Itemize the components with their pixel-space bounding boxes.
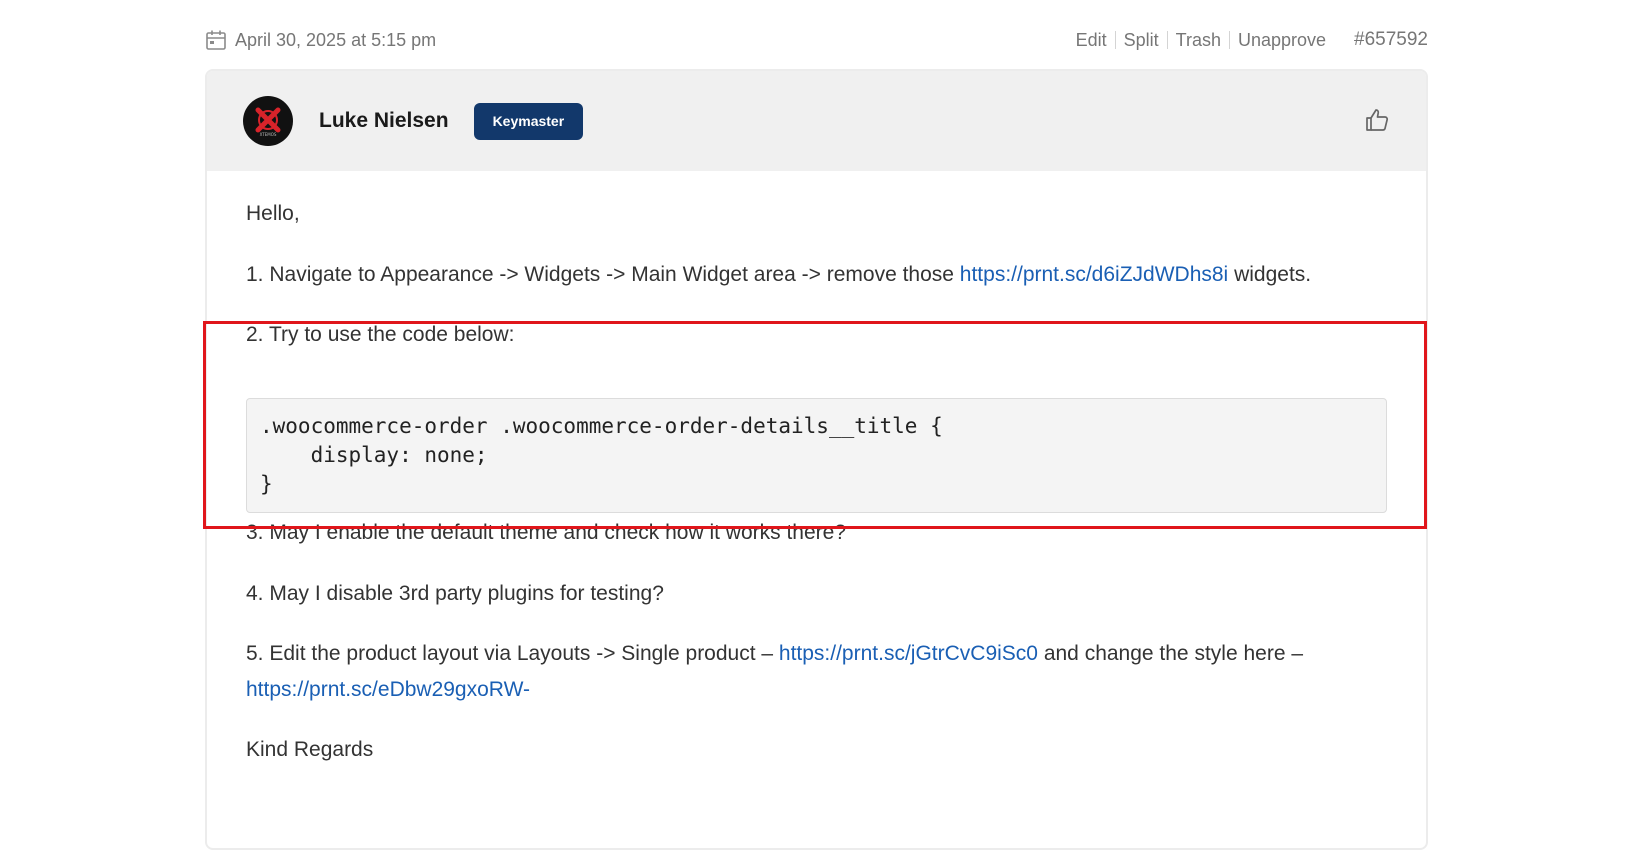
reply-date: April 30, 2025 at 5:15 pm [235,29,437,50]
thumbs-up-icon[interactable] [1364,107,1390,133]
unapprove-link[interactable]: Unapprove [1238,30,1326,51]
screenshot-link[interactable]: https://prnt.sc/eDbw29gxoRW- [246,678,530,701]
reply-actions: Edit Split Trash Unapprove #657592 [1076,29,1428,51]
reply-date-group: April 30, 2025 at 5:15 pm [205,29,436,51]
divider [1114,31,1116,49]
signoff-text: Kind Regards [246,738,374,761]
author-name[interactable]: Luke Nielsen [319,109,449,133]
divider [1166,31,1168,49]
reply-card: XTEMOS Luke Nielsen Keymaster Hello, 1. … [205,69,1428,850]
trash-link[interactable]: Trash [1176,30,1221,51]
item-text: 1. Navigate to Appearance -> Widgets -> … [246,263,960,286]
item-text: widgets. [1228,263,1312,286]
calendar-icon [205,29,227,51]
reply-meta-row: April 30, 2025 at 5:15 pm Edit Split Tra… [205,26,1428,54]
screenshot-link[interactable]: https://prnt.sc/jGtrCvC9iSc0 [779,642,1038,665]
edit-link[interactable]: Edit [1076,30,1107,51]
avatar[interactable]: XTEMOS [243,96,293,146]
list-item: 3. May I enable the default theme and ch… [246,521,847,544]
list-item: 4. May I disable 3rd party plugins for t… [246,582,664,605]
reply-header: XTEMOS Luke Nielsen Keymaster [207,71,1426,171]
code-block: .woocommerce-order .woocommerce-order-de… [246,398,1387,513]
list-item-continuation: https://prnt.sc/eDbw29gxoRW- [246,678,530,702]
svg-text:XTEMOS: XTEMOS [260,132,277,137]
list-item: 1. Navigate to Appearance -> Widgets -> … [246,263,1311,287]
item-text: and change the style here – [1037,642,1304,665]
list-item: 2. Try to use the code below: [246,323,515,346]
divider [1228,31,1230,49]
xtemos-logo-icon: XTEMOS [255,107,281,137]
list-item: 5. Edit the product layout via Layouts -… [246,642,1303,666]
post-id-link[interactable]: #657592 [1354,29,1428,51]
split-link[interactable]: Split [1124,30,1159,51]
screenshot-link[interactable]: https://prnt.sc/d6iZJdWDhs8i [960,263,1228,286]
greeting-text: Hello, [246,202,300,225]
role-badge: Keymaster [473,102,584,140]
item-text: 5. Edit the product layout via Layouts -… [246,642,779,665]
